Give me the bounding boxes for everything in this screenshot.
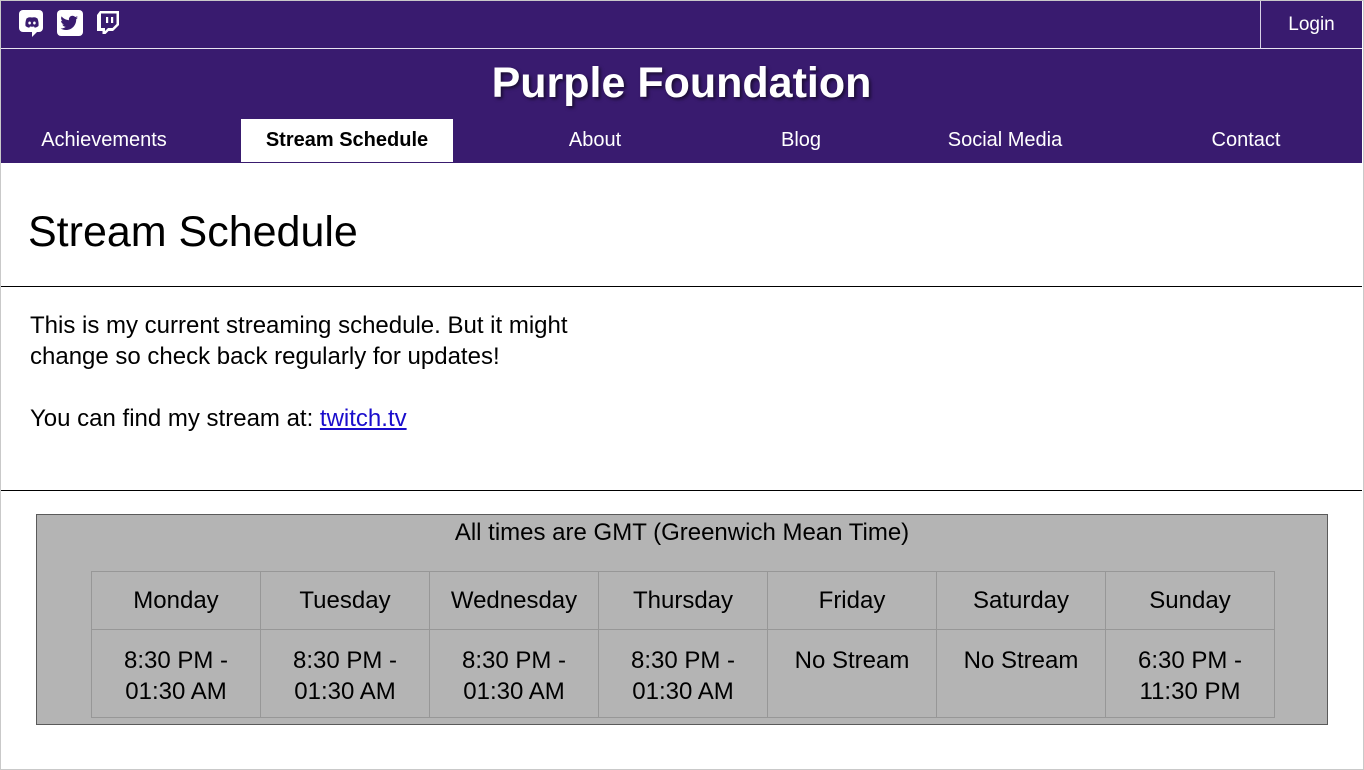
- time-cell-friday: No Stream: [767, 629, 937, 718]
- day-header-friday: Friday: [767, 571, 937, 630]
- schedule-header-row: Monday Tuesday Wednesday Thursday Friday…: [91, 571, 1275, 630]
- discord-icon[interactable]: [18, 9, 46, 37]
- time-cell-monday: 8:30 PM -01:30 AM: [91, 629, 261, 718]
- day-header-thursday: Thursday: [598, 571, 768, 630]
- main-nav: Achievements Stream Schedule About Blog …: [1, 117, 1362, 163]
- day-header-monday: Monday: [91, 571, 261, 630]
- site-header: Purple Foundation Achievements Stream Sc…: [1, 49, 1362, 163]
- intro-text: This is my current streaming schedule. B…: [30, 312, 568, 370]
- nav-about[interactable]: About: [495, 117, 695, 163]
- day-header-sunday: Sunday: [1105, 571, 1275, 630]
- social-links: [18, 9, 122, 37]
- time-cell-tuesday: 8:30 PM -01:30 AM: [260, 629, 430, 718]
- nav-stream-schedule[interactable]: Stream Schedule: [240, 118, 454, 163]
- schedule-panel: All times are GMT (Greenwich Mean Time) …: [36, 514, 1328, 725]
- divider-top: [1, 286, 1362, 287]
- page-title: Stream Schedule: [28, 208, 358, 256]
- twitch-link[interactable]: twitch.tv: [320, 405, 407, 432]
- find-text: You can find my stream at:: [30, 405, 320, 432]
- twitch-icon[interactable]: [94, 9, 122, 37]
- top-bar: Login: [1, 1, 1362, 49]
- nav-social-media[interactable]: Social Media: [905, 117, 1105, 163]
- login-button[interactable]: Login: [1260, 1, 1362, 48]
- day-header-tuesday: Tuesday: [260, 571, 430, 630]
- time-cell-wednesday: 8:30 PM -01:30 AM: [429, 629, 599, 718]
- site-title: Purple Foundation: [491, 59, 872, 107]
- day-header-wednesday: Wednesday: [429, 571, 599, 630]
- schedule-table: Monday Tuesday Wednesday Thursday Friday…: [91, 571, 1275, 718]
- time-cell-thursday: 8:30 PM -01:30 AM: [598, 629, 768, 718]
- intro-section: This is my current streaming schedule. B…: [30, 310, 650, 434]
- nav-achievements[interactable]: Achievements: [1, 117, 207, 163]
- stream-link-line: You can find my stream at: twitch.tv: [30, 403, 650, 434]
- time-cell-saturday: No Stream: [936, 629, 1106, 718]
- divider-bottom: [1, 490, 1362, 491]
- day-header-saturday: Saturday: [936, 571, 1106, 630]
- nav-contact[interactable]: Contact: [1146, 117, 1346, 163]
- schedule-times-row: 8:30 PM -01:30 AM 8:30 PM -01:30 AM 8:30…: [91, 629, 1275, 718]
- twitter-icon[interactable]: [56, 9, 84, 37]
- nav-blog[interactable]: Blog: [701, 117, 901, 163]
- time-cell-sunday: 6:30 PM -11:30 PM: [1105, 629, 1275, 718]
- timezone-note: All times are GMT (Greenwich Mean Time): [454, 519, 910, 546]
